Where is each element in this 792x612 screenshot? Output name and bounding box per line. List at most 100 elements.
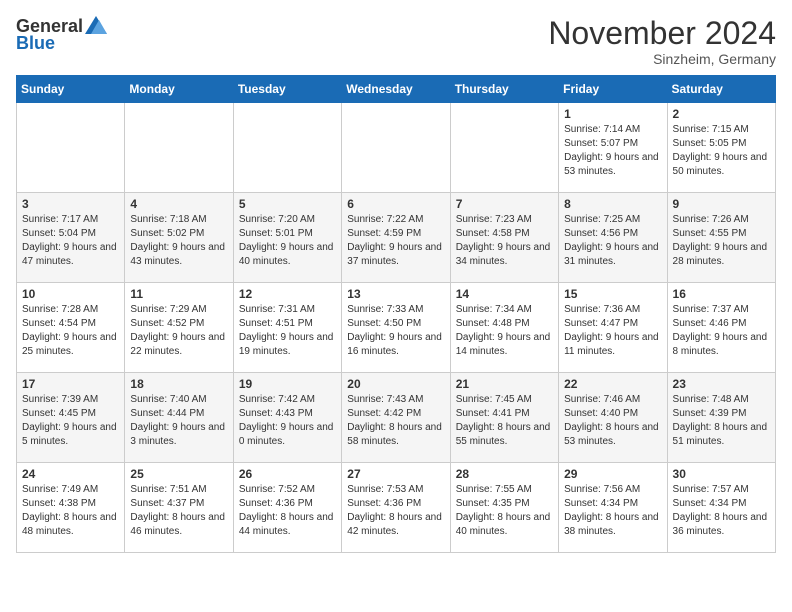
daylight-text: Daylight: 9 hours and 28 minutes.: [673, 242, 768, 267]
daylight-text: Daylight: 8 hours and 51 minutes.: [673, 422, 768, 447]
day-info: Sunrise: 7:18 AM Sunset: 5:02 PM Dayligh…: [130, 213, 227, 269]
table-row: 3 Sunrise: 7:17 AM Sunset: 5:04 PM Dayli…: [17, 193, 125, 283]
table-row: 13 Sunrise: 7:33 AM Sunset: 4:50 PM Dayl…: [342, 283, 450, 373]
daylight-text: Daylight: 9 hours and 53 minutes.: [564, 152, 659, 177]
header-friday: Friday: [559, 76, 667, 103]
sunset-text: Sunset: 4:59 PM: [347, 228, 421, 239]
sunset-text: Sunset: 5:07 PM: [564, 138, 638, 149]
table-row: 10 Sunrise: 7:28 AM Sunset: 4:54 PM Dayl…: [17, 283, 125, 373]
sunrise-text: Sunrise: 7:53 AM: [347, 484, 423, 495]
day-info: Sunrise: 7:57 AM Sunset: 4:34 PM Dayligh…: [673, 483, 770, 539]
day-info: Sunrise: 7:28 AM Sunset: 4:54 PM Dayligh…: [22, 303, 119, 359]
month-title: November 2024: [548, 16, 776, 51]
daylight-text: Daylight: 9 hours and 14 minutes.: [456, 332, 551, 357]
daylight-text: Daylight: 9 hours and 43 minutes.: [130, 242, 225, 267]
day-info: Sunrise: 7:37 AM Sunset: 4:46 PM Dayligh…: [673, 303, 770, 359]
daylight-text: Daylight: 8 hours and 38 minutes.: [564, 512, 659, 537]
logo: General Blue: [16, 16, 107, 54]
day-info: Sunrise: 7:31 AM Sunset: 4:51 PM Dayligh…: [239, 303, 336, 359]
day-info: Sunrise: 7:29 AM Sunset: 4:52 PM Dayligh…: [130, 303, 227, 359]
day-info: Sunrise: 7:55 AM Sunset: 4:35 PM Dayligh…: [456, 483, 553, 539]
sunrise-text: Sunrise: 7:39 AM: [22, 394, 98, 405]
table-row: 14 Sunrise: 7:34 AM Sunset: 4:48 PM Dayl…: [450, 283, 558, 373]
sunrise-text: Sunrise: 7:36 AM: [564, 304, 640, 315]
daylight-text: Daylight: 9 hours and 50 minutes.: [673, 152, 768, 177]
sunset-text: Sunset: 4:37 PM: [130, 498, 204, 509]
table-row: 30 Sunrise: 7:57 AM Sunset: 4:34 PM Dayl…: [667, 463, 775, 553]
day-number: 28: [456, 467, 553, 481]
day-number: 15: [564, 287, 661, 301]
table-row: 4 Sunrise: 7:18 AM Sunset: 5:02 PM Dayli…: [125, 193, 233, 283]
sunset-text: Sunset: 4:34 PM: [673, 498, 747, 509]
header-tuesday: Tuesday: [233, 76, 341, 103]
daylight-text: Daylight: 8 hours and 36 minutes.: [673, 512, 768, 537]
sunset-text: Sunset: 4:55 PM: [673, 228, 747, 239]
daylight-text: Daylight: 9 hours and 8 minutes.: [673, 332, 768, 357]
table-row: 23 Sunrise: 7:48 AM Sunset: 4:39 PM Dayl…: [667, 373, 775, 463]
day-info: Sunrise: 7:23 AM Sunset: 4:58 PM Dayligh…: [456, 213, 553, 269]
day-info: Sunrise: 7:40 AM Sunset: 4:44 PM Dayligh…: [130, 393, 227, 449]
sunrise-text: Sunrise: 7:17 AM: [22, 214, 98, 225]
table-row: 6 Sunrise: 7:22 AM Sunset: 4:59 PM Dayli…: [342, 193, 450, 283]
table-row: 16 Sunrise: 7:37 AM Sunset: 4:46 PM Dayl…: [667, 283, 775, 373]
day-info: Sunrise: 7:45 AM Sunset: 4:41 PM Dayligh…: [456, 393, 553, 449]
daylight-text: Daylight: 9 hours and 0 minutes.: [239, 422, 334, 447]
sunset-text: Sunset: 4:52 PM: [130, 318, 204, 329]
sunrise-text: Sunrise: 7:15 AM: [673, 124, 749, 135]
day-info: Sunrise: 7:39 AM Sunset: 4:45 PM Dayligh…: [22, 393, 119, 449]
sunrise-text: Sunrise: 7:20 AM: [239, 214, 315, 225]
daylight-text: Daylight: 8 hours and 48 minutes.: [22, 512, 117, 537]
day-info: Sunrise: 7:46 AM Sunset: 4:40 PM Dayligh…: [564, 393, 661, 449]
table-row: 18 Sunrise: 7:40 AM Sunset: 4:44 PM Dayl…: [125, 373, 233, 463]
sunset-text: Sunset: 4:38 PM: [22, 498, 96, 509]
day-number: 14: [456, 287, 553, 301]
day-info: Sunrise: 7:34 AM Sunset: 4:48 PM Dayligh…: [456, 303, 553, 359]
day-info: Sunrise: 7:14 AM Sunset: 5:07 PM Dayligh…: [564, 123, 661, 179]
sunrise-text: Sunrise: 7:56 AM: [564, 484, 640, 495]
sunrise-text: Sunrise: 7:43 AM: [347, 394, 423, 405]
day-number: 5: [239, 197, 336, 211]
sunset-text: Sunset: 4:54 PM: [22, 318, 96, 329]
day-number: 27: [347, 467, 444, 481]
sunrise-text: Sunrise: 7:28 AM: [22, 304, 98, 315]
day-number: 25: [130, 467, 227, 481]
header-monday: Monday: [125, 76, 233, 103]
header-thursday: Thursday: [450, 76, 558, 103]
day-number: 18: [130, 377, 227, 391]
day-info: Sunrise: 7:15 AM Sunset: 5:05 PM Dayligh…: [673, 123, 770, 179]
day-number: 30: [673, 467, 770, 481]
logo-blue-text: Blue: [16, 33, 55, 54]
table-row: 21 Sunrise: 7:45 AM Sunset: 4:41 PM Dayl…: [450, 373, 558, 463]
title-area: November 2024 Sinzheim, Germany: [548, 16, 776, 67]
day-info: Sunrise: 7:22 AM Sunset: 4:59 PM Dayligh…: [347, 213, 444, 269]
day-info: Sunrise: 7:20 AM Sunset: 5:01 PM Dayligh…: [239, 213, 336, 269]
sunrise-text: Sunrise: 7:18 AM: [130, 214, 206, 225]
daylight-text: Daylight: 9 hours and 16 minutes.: [347, 332, 442, 357]
location-subtitle: Sinzheim, Germany: [548, 51, 776, 67]
sunrise-text: Sunrise: 7:22 AM: [347, 214, 423, 225]
table-row: 27 Sunrise: 7:53 AM Sunset: 4:36 PM Dayl…: [342, 463, 450, 553]
sunset-text: Sunset: 4:40 PM: [564, 408, 638, 419]
daylight-text: Daylight: 8 hours and 42 minutes.: [347, 512, 442, 537]
sunset-text: Sunset: 4:46 PM: [673, 318, 747, 329]
table-row: 28 Sunrise: 7:55 AM Sunset: 4:35 PM Dayl…: [450, 463, 558, 553]
day-info: Sunrise: 7:25 AM Sunset: 4:56 PM Dayligh…: [564, 213, 661, 269]
day-info: Sunrise: 7:52 AM Sunset: 4:36 PM Dayligh…: [239, 483, 336, 539]
day-info: Sunrise: 7:49 AM Sunset: 4:38 PM Dayligh…: [22, 483, 119, 539]
sunrise-text: Sunrise: 7:48 AM: [673, 394, 749, 405]
sunset-text: Sunset: 4:44 PM: [130, 408, 204, 419]
calendar-week-row: 10 Sunrise: 7:28 AM Sunset: 4:54 PM Dayl…: [17, 283, 776, 373]
sunrise-text: Sunrise: 7:42 AM: [239, 394, 315, 405]
header-saturday: Saturday: [667, 76, 775, 103]
day-info: Sunrise: 7:56 AM Sunset: 4:34 PM Dayligh…: [564, 483, 661, 539]
calendar-header-row: Sunday Monday Tuesday Wednesday Thursday…: [17, 76, 776, 103]
day-number: 23: [673, 377, 770, 391]
daylight-text: Daylight: 8 hours and 40 minutes.: [456, 512, 551, 537]
sunset-text: Sunset: 4:47 PM: [564, 318, 638, 329]
table-row: [342, 103, 450, 193]
daylight-text: Daylight: 9 hours and 3 minutes.: [130, 422, 225, 447]
daylight-text: Daylight: 9 hours and 37 minutes.: [347, 242, 442, 267]
day-info: Sunrise: 7:42 AM Sunset: 4:43 PM Dayligh…: [239, 393, 336, 449]
table-row: 19 Sunrise: 7:42 AM Sunset: 4:43 PM Dayl…: [233, 373, 341, 463]
sunset-text: Sunset: 4:34 PM: [564, 498, 638, 509]
